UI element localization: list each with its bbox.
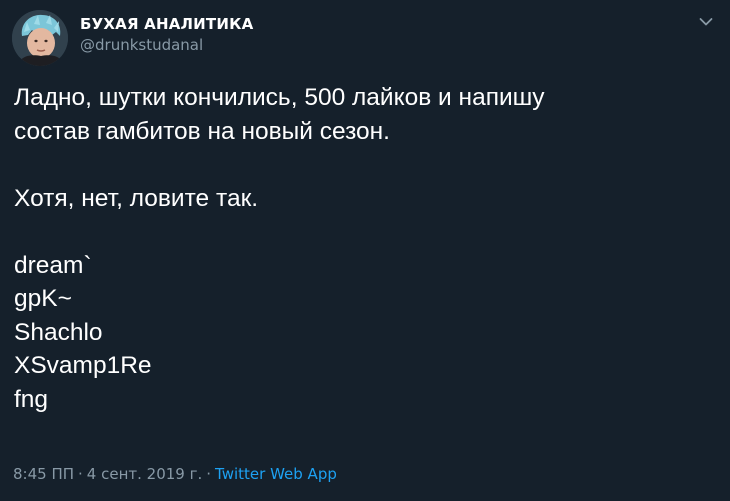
tweet-text: Ладно, шутки кончились, 500 лайков и нап…	[14, 81, 714, 416]
tweet-source-link[interactable]: Twitter Web App	[215, 465, 337, 483]
tweet-line: состав гамбитов на новый сезон.	[14, 117, 390, 145]
author-handle[interactable]: @drunkstudanal	[80, 34, 253, 56]
author-names: БУХАЯ АНАЛИТИКА @drunkstudanal	[80, 14, 253, 56]
chevron-down-icon	[699, 18, 713, 26]
tweet-date[interactable]: 4 сент. 2019 г.	[87, 465, 202, 483]
tweet-line: XSvamp1Re	[14, 352, 152, 379]
author-display-name[interactable]: БУХАЯ АНАЛИТИКА	[80, 14, 253, 34]
tweet-line: dream`	[14, 251, 92, 279]
tweet-line: gpK~	[14, 285, 72, 312]
tweet-line	[14, 215, 714, 249]
tweet-time[interactable]: 8:45 ПП	[13, 465, 74, 483]
avatar[interactable]	[12, 10, 68, 66]
tweet-menu-button[interactable]	[696, 12, 716, 32]
meta-separator: ·	[206, 465, 212, 483]
meta-separator: ·	[78, 465, 83, 483]
person-avatar-icon	[12, 10, 68, 66]
tweet-line: Хотя, нет, ловите так.	[14, 184, 259, 212]
tweet-line: Shachlo	[14, 318, 103, 346]
tweet-line	[14, 148, 714, 182]
tweet: БУХАЯ АНАЛИТИКА @drunkstudanal Ладно, шу…	[0, 0, 730, 501]
tweet-meta: 8:45 ПП · 4 сент. 2019 г. · Twitter Web …	[13, 465, 337, 483]
tweet-line: Ладно, шутки кончились, 500 лайков и нап…	[14, 84, 545, 111]
tweet-header: БУХАЯ АНАЛИТИКА @drunkstudanal	[12, 10, 253, 66]
tweet-line: fng	[14, 385, 49, 413]
